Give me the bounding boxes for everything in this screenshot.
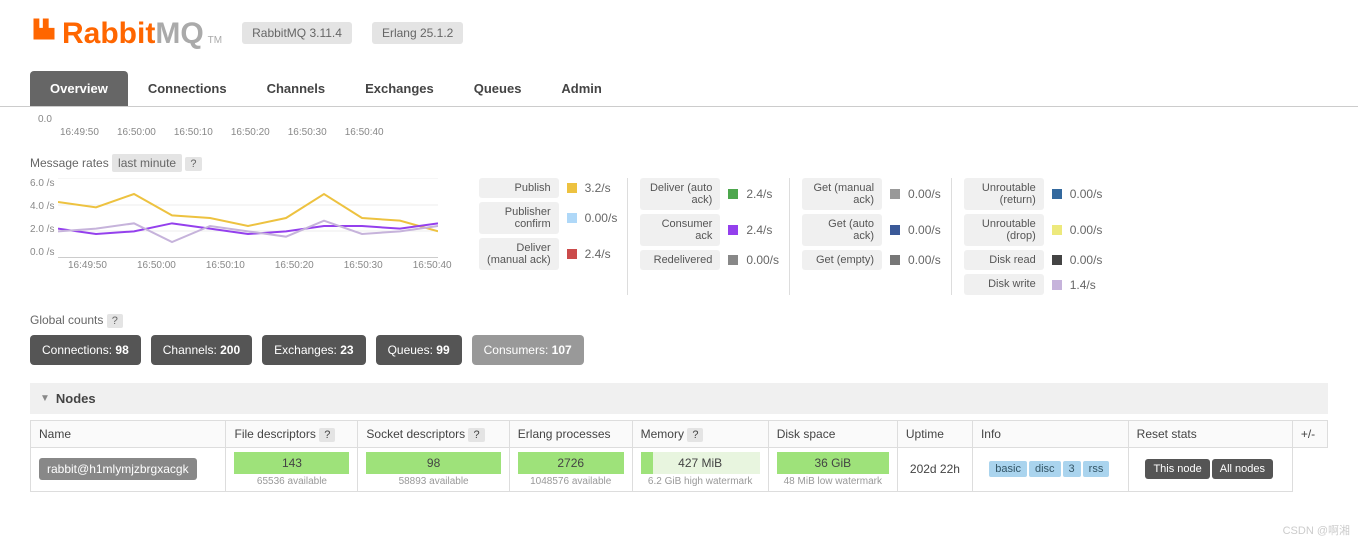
help-icon[interactable]: ? <box>185 157 201 171</box>
info-tag-disc[interactable]: disc <box>1029 461 1061 477</box>
column-header: Erlang processes <box>509 420 632 447</box>
color-swatch <box>567 213 577 223</box>
tab-admin[interactable]: Admin <box>541 71 621 106</box>
column-header: Reset stats <box>1128 420 1292 447</box>
nodes-table: NameFile descriptors ?Socket descriptors… <box>30 420 1328 492</box>
metric-get-auto-ack-: Get (auto ack)0.00/s <box>802 214 941 246</box>
color-swatch <box>890 255 900 265</box>
column-header: Socket descriptors ? <box>358 420 509 447</box>
column-header: File descriptors ? <box>226 420 358 447</box>
logo-text-rabbit: Rabbit <box>62 17 155 50</box>
range-pill[interactable]: last minute <box>112 154 182 172</box>
column-header: Name <box>31 420 226 447</box>
column-header: Disk space <box>768 420 897 447</box>
column-header[interactable]: +/- <box>1292 420 1327 447</box>
column-header: Uptime <box>897 420 972 447</box>
color-swatch <box>728 255 738 265</box>
reset-all-nodes-button[interactable]: All nodes <box>1212 459 1273 479</box>
count-queues[interactable]: Queues: 99 <box>376 335 462 365</box>
mem-value: 427 MiB <box>641 452 760 474</box>
metric-publisher-confirm: Publisher confirm0.00/s <box>479 202 618 234</box>
color-swatch <box>728 225 738 235</box>
metric-get-manual-ack-: Get (manual ack)0.00/s <box>802 178 941 210</box>
main-tabs: Overview Connections Channels Exchanges … <box>0 71 1358 107</box>
metric-redelivered: Redelivered0.00/s <box>640 250 779 270</box>
rabbitmq-logo[interactable]: RabbitMQ TM <box>30 15 222 51</box>
color-swatch <box>890 189 900 199</box>
sd-value: 98 <box>366 452 500 474</box>
reset-this-node-button[interactable]: This node <box>1145 459 1209 479</box>
count-connections[interactable]: Connections: 98 <box>30 335 141 365</box>
message-rates-header: Message rates last minute ? <box>30 156 1328 170</box>
color-swatch <box>1052 225 1062 235</box>
metric-disk-read: Disk read0.00/s <box>964 250 1103 270</box>
rabbitmq-icon <box>30 15 58 43</box>
color-swatch <box>1052 189 1062 199</box>
metric-unroutable-return-: Unroutable (return)0.00/s <box>964 178 1103 210</box>
color-swatch <box>567 249 577 259</box>
help-icon[interactable]: ? <box>107 314 123 328</box>
version-badge: RabbitMQ 3.11.4 <box>242 22 352 44</box>
message-rates-chart: 0.0 /s 2.0 /s 4.0 /s 6.0 /s 16:49:50 16:… <box>30 178 452 271</box>
erlang-badge: Erlang 25.1.2 <box>372 22 463 44</box>
logo-tm: TM <box>208 35 222 46</box>
nodes-section-header[interactable]: ▼ Nodes <box>30 383 1328 414</box>
column-header: Memory ? <box>632 420 768 447</box>
uptime-value: 202d 22h <box>897 447 972 491</box>
rates-line-chart <box>58 178 438 258</box>
help-icon[interactable]: ? <box>468 428 484 442</box>
disk-value: 36 GiB <box>777 452 889 474</box>
metric-consumer-ack: Consumer ack2.4/s <box>640 214 779 246</box>
color-swatch <box>1052 280 1062 290</box>
help-icon[interactable]: ? <box>687 428 703 442</box>
tab-exchanges[interactable]: Exchanges <box>345 71 454 106</box>
collapse-icon: ▼ <box>40 393 50 404</box>
metric-disk-write: Disk write1.4/s <box>964 274 1103 294</box>
metric-get-empty-: Get (empty)0.00/s <box>802 250 941 270</box>
info-tag-3[interactable]: 3 <box>1063 461 1081 477</box>
tab-queues[interactable]: Queues <box>454 71 542 106</box>
watermark: CSDN @啊湘 <box>1283 522 1350 538</box>
info-tag-basic[interactable]: basic <box>989 461 1027 477</box>
metric-unroutable-drop-: Unroutable (drop)0.00/s <box>964 214 1103 246</box>
metric-deliver-auto-ack-: Deliver (auto ack)2.4/s <box>640 178 779 210</box>
count-channels[interactable]: Channels: 200 <box>151 335 252 365</box>
top-chart-fragment: 0.0 16:49:50 16:50:00 16:50:10 16:50:20 … <box>30 111 1328 138</box>
column-header: Info <box>972 420 1128 447</box>
count-consumers[interactable]: Consumers: 107 <box>472 335 584 365</box>
color-swatch <box>1052 255 1062 265</box>
ep-value: 2726 <box>518 452 624 474</box>
metric-deliver-manual-ack-: Deliver (manual ack)2.4/s <box>479 238 618 270</box>
help-icon[interactable]: ? <box>319 428 335 442</box>
fd-value: 143 <box>234 452 349 474</box>
tab-overview[interactable]: Overview <box>30 71 128 106</box>
color-swatch <box>890 225 900 235</box>
global-counts-header: Global counts ? <box>30 313 1328 327</box>
tab-channels[interactable]: Channels <box>247 71 346 106</box>
metric-publish: Publish3.2/s <box>479 178 618 198</box>
tab-connections[interactable]: Connections <box>128 71 247 106</box>
node-name[interactable]: rabbit@h1mlymjzbrgxacgk <box>39 458 197 480</box>
color-swatch <box>728 189 738 199</box>
logo-text-mq: MQ <box>155 17 203 50</box>
count-exchanges[interactable]: Exchanges: 23 <box>262 335 365 365</box>
info-tag-rss[interactable]: rss <box>1083 461 1110 477</box>
color-swatch <box>567 183 577 193</box>
